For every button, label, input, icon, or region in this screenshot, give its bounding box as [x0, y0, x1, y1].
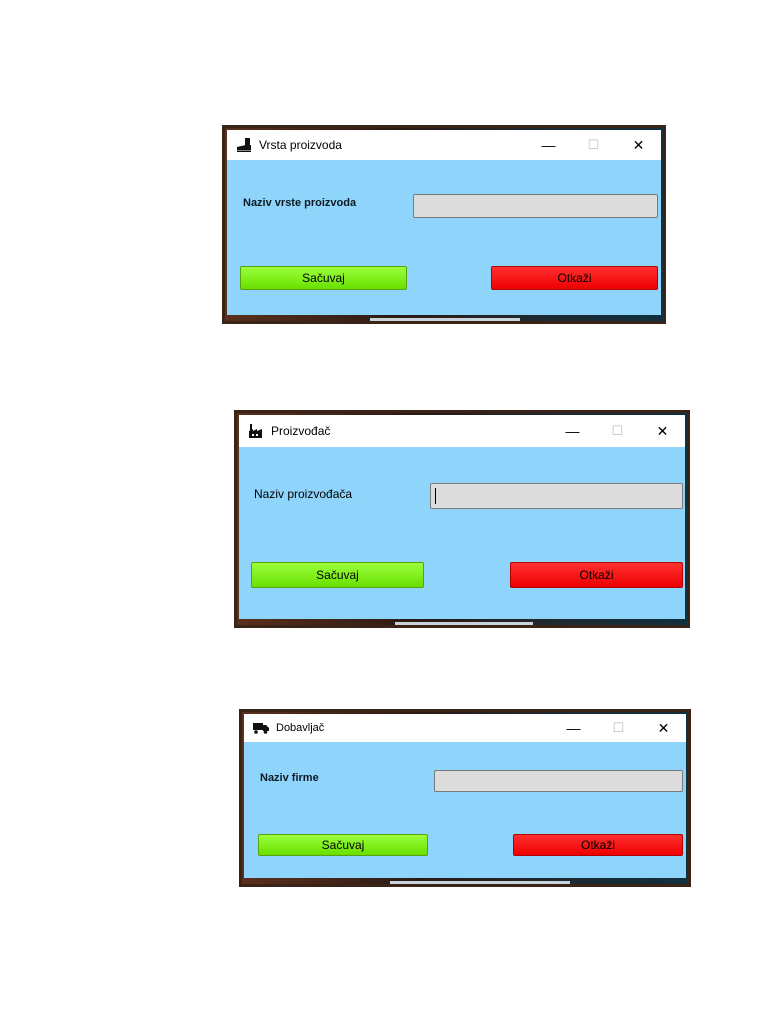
- title-bar: Dobavljač — ☐ ✕: [244, 714, 686, 742]
- naziv-vrste-proizvoda-input[interactable]: [413, 194, 658, 218]
- field-label: Naziv vrste proizvoda: [243, 197, 357, 209]
- taskbar-strip: [395, 622, 533, 625]
- window-title: Vrsta proizvoda: [259, 138, 342, 152]
- minimize-button[interactable]: —: [551, 714, 596, 742]
- taskbar-strip: [370, 318, 520, 321]
- cancel-button[interactable]: Otkaži: [510, 562, 683, 588]
- save-button[interactable]: Sačuvaj: [240, 266, 407, 290]
- field-label: Naziv proizvođača: [254, 487, 353, 501]
- dialog-window-proizvodjac: Proizvođač — ☐ ✕ Naziv proizvođača Sačuv…: [239, 415, 685, 619]
- close-button[interactable]: ✕: [640, 415, 685, 447]
- shoe-icon: [235, 137, 253, 153]
- dialog-window-dobavljac: Dobavljač — ☐ ✕ Naziv firme Sačuvaj Otka…: [244, 714, 686, 878]
- maximize-button[interactable]: ☐: [596, 714, 641, 742]
- maximize-button[interactable]: ☐: [595, 415, 640, 447]
- save-button[interactable]: Sačuvaj: [251, 562, 424, 588]
- naziv-proizvodjaca-input[interactable]: [430, 483, 683, 509]
- title-bar: Proizvođač — ☐ ✕: [239, 415, 685, 447]
- truck-icon: [252, 720, 270, 736]
- dialog-screenshot-dobavljac: Dobavljač — ☐ ✕ Naziv firme Sačuvaj Otka…: [239, 709, 691, 887]
- taskbar-strip: [390, 881, 570, 884]
- minimize-button[interactable]: —: [526, 130, 571, 160]
- close-button[interactable]: ✕: [616, 130, 661, 160]
- cancel-button[interactable]: Otkaži: [491, 266, 658, 290]
- title-bar: Vrsta proizvoda — ☐ ✕: [227, 130, 661, 160]
- dialog-screenshot-proizvodjac: Proizvođač — ☐ ✕ Naziv proizvođača Sačuv…: [234, 410, 690, 628]
- window-title: Dobavljač: [276, 722, 325, 734]
- dialog-window-vrsta-proizvoda: Vrsta proizvoda — ☐ ✕ Naziv vrste proizv…: [227, 130, 661, 315]
- save-button[interactable]: Sačuvaj: [258, 834, 428, 856]
- minimize-button[interactable]: —: [550, 415, 595, 447]
- dialog-screenshot-vrsta-proizvoda: Vrsta proizvoda — ☐ ✕ Naziv vrste proizv…: [222, 125, 666, 324]
- cancel-button[interactable]: Otkaži: [513, 834, 683, 856]
- close-button[interactable]: ✕: [641, 714, 686, 742]
- text-caret: [435, 488, 436, 504]
- window-title: Proizvođač: [271, 424, 331, 438]
- naziv-firme-input[interactable]: [434, 770, 683, 792]
- maximize-button[interactable]: ☐: [571, 130, 616, 160]
- factory-icon: [247, 423, 265, 439]
- field-label: Naziv firme: [260, 772, 319, 784]
